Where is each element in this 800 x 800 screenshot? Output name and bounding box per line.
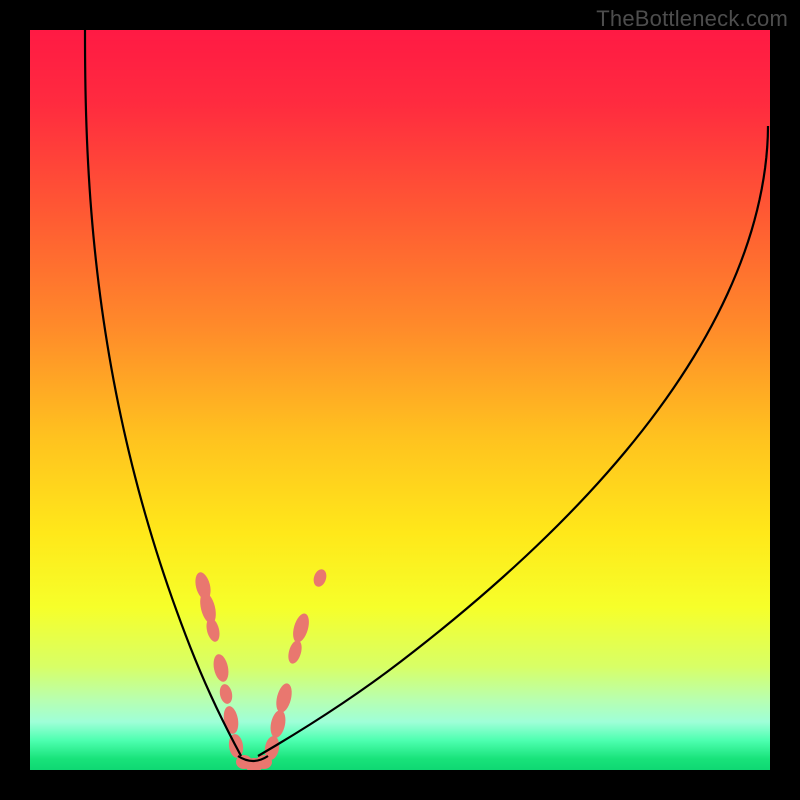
data-blob [268,709,288,739]
curve-right-branch [258,126,768,756]
bottleneck-curve [30,30,770,770]
curve-left-branch [85,30,241,756]
data-blob [222,705,241,735]
data-blob [211,653,231,683]
plot-area [30,30,770,770]
data-blob [218,683,234,705]
data-blob [286,639,304,665]
watermark-text: TheBottleneck.com [596,6,788,32]
data-blob [274,682,295,714]
data-blob [290,612,312,645]
data-blob [312,568,329,589]
outer-black-frame: TheBottleneck.com [0,0,800,800]
data-point-blobs [193,568,329,770]
